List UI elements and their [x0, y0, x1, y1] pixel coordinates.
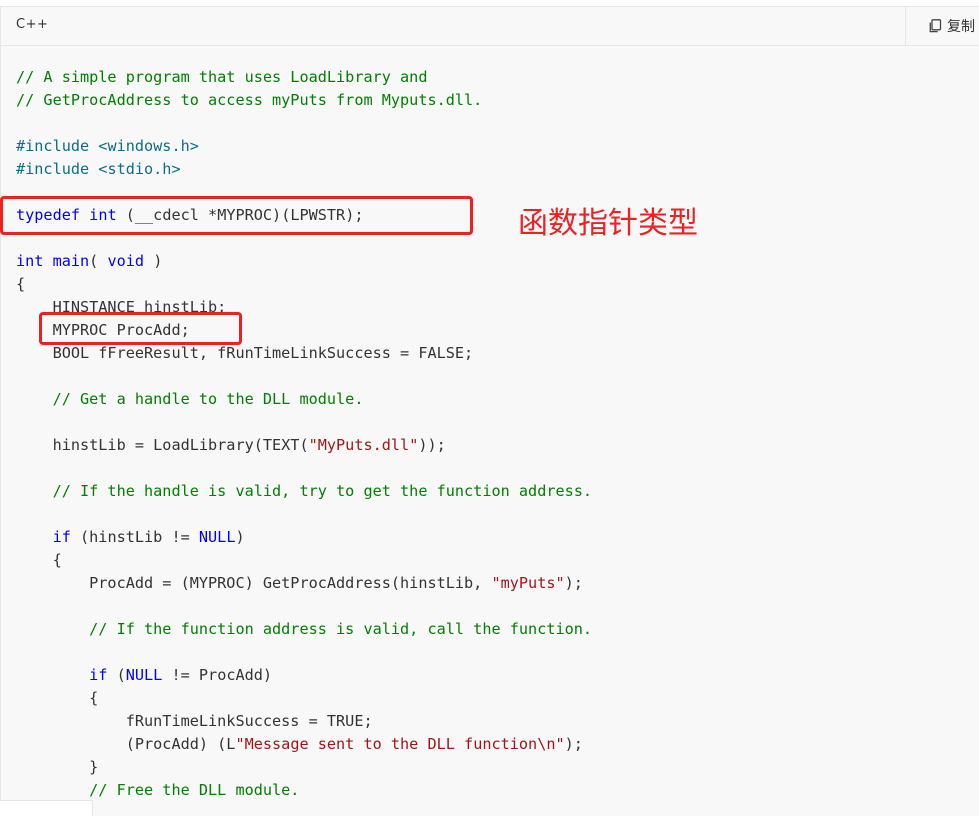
code-token-comment: // GetProcAddress to access myPuts from …	[16, 91, 483, 109]
code-token-comment: // Free the DLL module.	[16, 781, 300, 799]
code-token-include: <windows.h>	[98, 137, 199, 155]
code-token-preprocessor: #include	[16, 137, 99, 155]
code-token-preprocessor: #include	[16, 160, 99, 178]
code-token-plain: (ProcAdd) (L	[16, 735, 236, 753]
code-token-comment: // If the handle is valid, try to get th…	[16, 482, 593, 500]
code-line: // A simple program that uses LoadLibrar…	[16, 66, 592, 89]
code-token-string: "MyPuts.dll"	[308, 436, 419, 454]
code-token-keyword: if	[52, 528, 71, 546]
code-line: }	[16, 756, 592, 779]
code-token-plain: )	[144, 252, 163, 270]
code-token-comment: // Get a handle to the DLL module.	[16, 390, 364, 408]
code-token-plain: != ProcAdd)	[162, 666, 273, 684]
code-token-keyword: void	[107, 252, 145, 270]
code-token-plain: (__cdecl *MYPROC)(LPWSTR);	[116, 206, 364, 224]
code-token-include: <stdio.h>	[98, 160, 181, 178]
code-token-plain: MYPROC ProcAdd;	[16, 321, 190, 339]
code-line: #include <windows.h>	[16, 135, 592, 158]
code-token-keyword: int	[16, 252, 44, 270]
code-header: C++ 复制	[1, 7, 979, 46]
code-token-plain: }	[16, 758, 99, 776]
code-token-macro: NULL	[198, 528, 236, 546]
code-token-plain: )	[235, 528, 245, 546]
code-line: // If the function address is valid, cal…	[16, 618, 592, 641]
code-line: {	[16, 549, 592, 572]
copy-button[interactable]: 复制	[905, 7, 979, 45]
code-line: hinstLib = LoadLibrary(TEXT("MyPuts.dll"…	[16, 434, 592, 457]
annotation-function-pointer-type: 函数指针类型	[518, 206, 698, 241]
code-token-comment: // A simple program that uses LoadLibrar…	[16, 68, 428, 86]
code-line: MYPROC ProcAdd;	[16, 319, 592, 342]
code-line: int main( void )	[16, 250, 592, 273]
code-token-plain: );	[564, 574, 583, 592]
code-line: #include <stdio.h>	[16, 158, 592, 181]
copy-icon	[927, 18, 943, 34]
code-line: {	[16, 273, 592, 296]
code-token-plain: (	[89, 252, 108, 270]
screenshot-root: C++ 复制 // A simple program that uses Loa…	[0, 0, 979, 816]
code-token-comment: // If the function address is valid, cal…	[16, 620, 593, 638]
code-token-plain: ProcAdd = (MYPROC) GetProcAddress(hinstL…	[16, 574, 492, 592]
code-token-keyword: if	[89, 666, 108, 684]
code-token-plain: {	[16, 275, 26, 293]
code-line: HINSTANCE hinstLib;	[16, 296, 592, 319]
bottom-left-overlay	[0, 800, 93, 816]
code-content: // A simple program that uses LoadLibrar…	[16, 66, 592, 802]
code-token-plain: hinstLib = LoadLibrary(TEXT(	[16, 436, 309, 454]
code-token-plain: (hinstLib !=	[70, 528, 199, 546]
code-token-string: "myPuts"	[491, 574, 565, 592]
code-token-string: "Message sent to the DLL function\n"	[235, 735, 565, 753]
code-line: ProcAdd = (MYPROC) GetProcAddress(hinstL…	[16, 572, 592, 595]
code-token-plain: (	[107, 666, 126, 684]
code-block: C++ 复制 // A simple program that uses Loa…	[0, 6, 979, 816]
code-token-plain: fRunTimeLinkSuccess = TRUE;	[16, 712, 373, 730]
code-line: {	[16, 687, 592, 710]
code-line: // If the handle is valid, try to get th…	[16, 480, 593, 503]
code-token-macro: NULL	[125, 666, 163, 684]
copy-button-label: 复制	[947, 19, 975, 35]
code-line: // GetProcAddress to access myPuts from …	[16, 89, 592, 112]
code-token-plain: BOOL fFreeResult, fRunTimeLinkSuccess = …	[16, 344, 474, 362]
code-line: // Get a handle to the DLL module.	[16, 388, 592, 411]
code-token-plain: ));	[418, 436, 446, 454]
code-token-plain: {	[16, 551, 62, 569]
code-token-keyword: int	[89, 206, 117, 224]
code-line: if (NULL != ProcAdd)	[16, 664, 592, 687]
code-token-keyword: typedef	[16, 206, 81, 224]
code-line: fRunTimeLinkSuccess = TRUE;	[16, 710, 592, 733]
code-line: (ProcAdd) (L"Message sent to the DLL fun…	[16, 733, 592, 756]
code-line: typedef int (__cdecl *MYPROC)(LPWSTR);	[16, 204, 592, 227]
language-label: C++	[16, 17, 49, 32]
code-token-keyword: main	[52, 252, 90, 270]
code-line: // Free the DLL module.	[16, 779, 592, 802]
code-line: BOOL fFreeResult, fRunTimeLinkSuccess = …	[16, 342, 592, 365]
code-line: if (hinstLib != NULL)	[16, 526, 592, 549]
code-token-plain: );	[564, 735, 583, 753]
code-token-plain: {	[16, 689, 99, 707]
code-token-plain: HINSTANCE hinstLib;	[16, 298, 227, 316]
